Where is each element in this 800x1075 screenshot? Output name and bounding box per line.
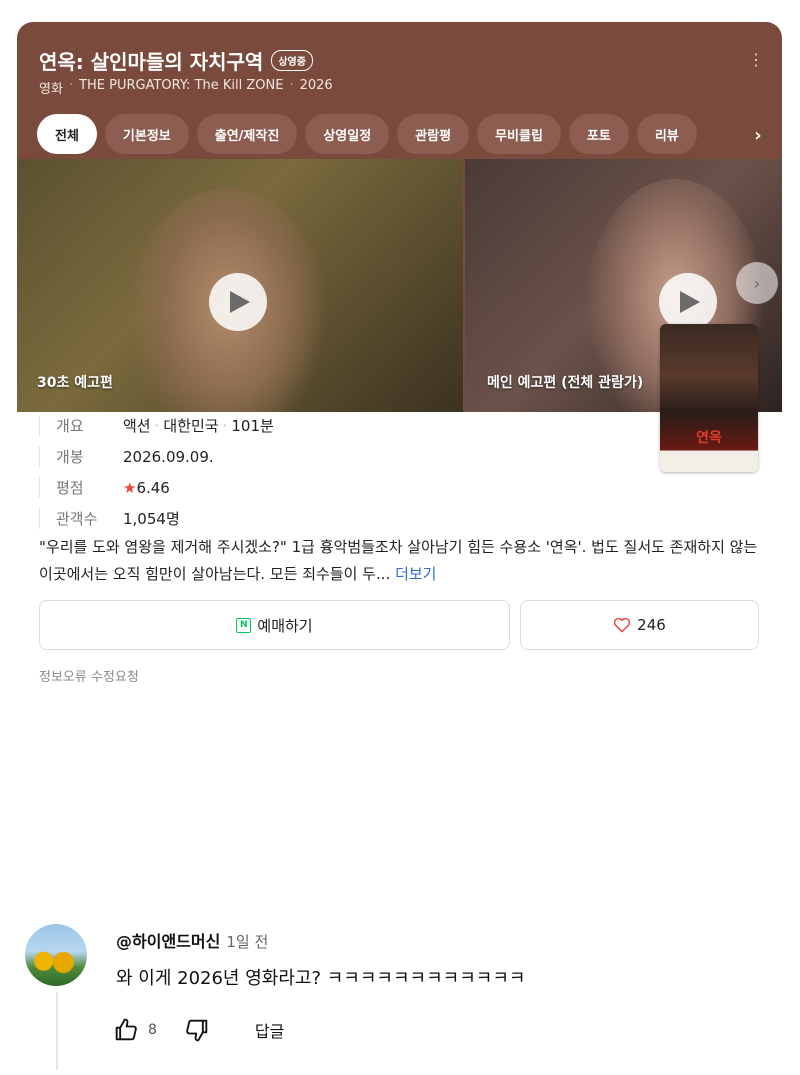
movie-card: 연옥: 살인마들의 자치구역 상영중 ⋮ 영화 · THE PURGATORY:… — [17, 22, 782, 682]
comment: @하이앤드머신 1일 전 와 이게 2026년 영화라고? ㅋㅋㅋㅋㅋㅋㅋㅋㅋㅋ… — [0, 920, 800, 1075]
thumbs-up-icon[interactable] — [112, 1016, 140, 1044]
heart-icon — [614, 617, 631, 633]
poster-title: 연옥 — [696, 430, 722, 446]
star-icon: ★ — [123, 478, 137, 497]
genre[interactable]: 액션 — [123, 417, 151, 435]
tab-cast-crew[interactable]: 출연/제작진 — [196, 114, 298, 154]
tab-all[interactable]: 전체 — [37, 114, 97, 154]
play-icon[interactable] — [209, 273, 267, 331]
thumbs-down-icon[interactable] — [183, 1016, 211, 1044]
book-ticket-button[interactable]: N 예매하기 — [39, 600, 510, 650]
comment-author[interactable]: @하이앤드머신 — [116, 928, 220, 952]
separator-dot: · — [222, 417, 228, 435]
movie-title[interactable]: 연옥: 살인마들의 자치구역 — [39, 46, 263, 75]
overview-label: 개요 — [39, 415, 123, 436]
play-triangle-icon — [680, 291, 700, 313]
overview-value: 액션 · 대한민국 · 101분 — [123, 415, 274, 436]
avatar[interactable] — [25, 924, 87, 986]
like-count: 246 — [637, 616, 666, 634]
book-label: 예매하기 — [257, 616, 313, 635]
comment-text: 와 이게 2026년 영화라고? ㅋㅋㅋㅋㅋㅋㅋㅋㅋㅋㅋㅋ — [116, 968, 526, 989]
movie-poster[interactable]: 연옥 — [660, 324, 758, 472]
tab-photos[interactable]: 포토 — [568, 114, 629, 154]
release-date: 2026.09.09. — [123, 447, 214, 466]
info-release: 개봉 2026.09.09. — [39, 441, 274, 472]
chevron-right-icon[interactable]: › — [736, 262, 778, 304]
tab-movie-clips[interactable]: 무비클립 — [477, 114, 561, 154]
movie-year: 2026 — [299, 78, 333, 93]
comment-header: @하이앤드머신 1일 전 — [116, 928, 268, 952]
tab-basic-info[interactable]: 기본정보 — [104, 114, 189, 154]
movie-subtitle: 영화 · THE PURGATORY: The Kill ZONE · 2026 — [39, 78, 333, 97]
comment-actions: 8 답글 — [112, 1016, 284, 1044]
naver-booking-icon: N — [236, 617, 252, 633]
movie-type: 영화 — [39, 82, 63, 97]
tab-review-posts[interactable]: 리뷰 — [636, 114, 697, 154]
audience-count: 1,054명 — [123, 510, 180, 528]
tab-bar: 전체 기본정보 출연/제작진 상영일정 관람평 무비클립 포토 리뷰 — [37, 114, 761, 154]
release-label: 개봉 — [39, 446, 123, 467]
reply-button[interactable]: 답글 — [255, 1018, 284, 1042]
tab-showtimes[interactable]: 상영일정 — [305, 114, 390, 154]
separator-dot: · — [289, 78, 294, 93]
video-label: 30초 예고편 — [37, 375, 113, 391]
movie-description: "우리를 도와 염왕을 제거해 주시겠소?" 1급 흉악범들조차 살아남기 힘든… — [39, 534, 769, 588]
separator-dot: · — [68, 78, 74, 93]
country: 대한민국 — [163, 417, 219, 435]
english-title: THE PURGATORY: The Kill ZONE — [79, 78, 284, 93]
report-error-link[interactable]: 정보오류 수정요청 — [39, 666, 139, 682]
movie-info: 개요 액션 · 대한민국 · 101분 개봉 2026.09.09. 평점 ★6.46 … — [39, 410, 274, 534]
more-link[interactable]: 더보기 — [395, 565, 436, 583]
info-overview: 개요 액션 · 대한민국 · 101분 — [39, 410, 274, 441]
comment-time[interactable]: 1일 전 — [226, 931, 268, 952]
info-audience: 관객수 1,054명 — [39, 503, 274, 534]
rating-label: 평점 — [39, 477, 123, 498]
play-triangle-icon — [230, 291, 250, 313]
title-row: 연옥: 살인마들의 자치구역 상영중 — [39, 46, 313, 75]
more-options-icon[interactable]: ⋮ — [748, 50, 764, 69]
rating-value[interactable]: ★6.46 — [123, 479, 170, 497]
separator-dot: · — [154, 417, 160, 435]
like-button[interactable]: 246 — [520, 600, 759, 650]
runtime: 101분 — [231, 417, 274, 435]
video-thumbnail-30s-trailer[interactable]: 30초 예고편 — [17, 159, 463, 412]
comment-like-count: 8 — [148, 1022, 157, 1038]
thread-line — [56, 992, 58, 1070]
rating-number: 6.46 — [136, 478, 170, 497]
video-label: 메인 예고편 (전체 관람가) — [487, 375, 644, 391]
tabs-next-icon[interactable]: › — [745, 122, 771, 148]
status-badge: 상영중 — [271, 50, 313, 71]
tab-reviews[interactable]: 관람평 — [397, 114, 470, 154]
audience-label: 관객수 — [39, 508, 123, 529]
play-icon[interactable] — [659, 273, 717, 331]
info-rating: 평점 ★6.46 — [39, 472, 274, 503]
